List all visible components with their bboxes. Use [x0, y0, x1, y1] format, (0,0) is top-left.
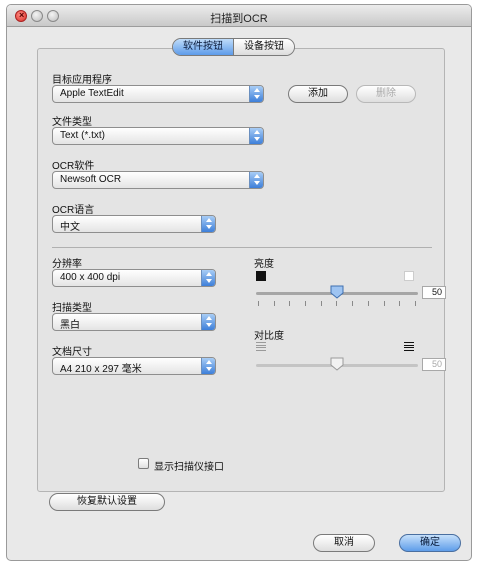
contrast-value-field[interactable]: 50 [422, 358, 446, 371]
document-size-label: 文档尺寸 [52, 347, 92, 358]
document-size-value: A4 210 x 297 毫米 [60, 364, 142, 375]
popup-arrows-icon [201, 314, 215, 330]
popup-arrows-icon [249, 128, 263, 144]
ocr-language-value: 中文 [60, 222, 80, 233]
file-type-label: 文件类型 [52, 117, 92, 128]
title-bar[interactable]: × 扫描到OCR [7, 5, 471, 27]
ocr-language-label: OCR语言 [52, 205, 95, 216]
scan-to-ocr-window: × 扫描到OCR 软件按钮 设备按钮 目标应用程序 Apple TextEdit… [6, 4, 472, 561]
ocr-software-label: OCR软件 [52, 161, 95, 172]
file-type-value: Text (*.txt) [60, 130, 106, 141]
window-title: 扫描到OCR [210, 13, 268, 25]
cancel-button[interactable]: 取消 [313, 534, 375, 552]
section-divider [52, 247, 432, 248]
delete-button[interactable]: 删除 [356, 85, 416, 103]
contrast-label: 对比度 [254, 331, 284, 342]
high-contrast-icon [404, 342, 414, 351]
low-contrast-icon [256, 342, 266, 351]
scan-type-select[interactable]: 黑白 [52, 313, 216, 331]
resolution-select[interactable]: 400 x 400 dpi [52, 269, 216, 287]
resolution-label: 分辨率 [52, 259, 82, 270]
target-app-select[interactable]: Apple TextEdit [52, 85, 264, 103]
resolution-value: 400 x 400 dpi [60, 272, 121, 283]
target-app-value: Apple TextEdit [60, 88, 124, 99]
light-swatch-icon [404, 271, 414, 281]
settings-panel: 目标应用程序 Apple TextEdit 添加 删除 文件类型 Text (*… [37, 48, 446, 492]
brightness-label: 亮度 [254, 259, 274, 270]
ocr-language-select[interactable]: 中文 [52, 215, 216, 233]
restore-defaults-button[interactable]: 恢复默认设置 [49, 493, 165, 511]
scan-type-label: 扫描类型 [52, 303, 92, 314]
popup-arrows-icon [201, 358, 215, 374]
document-size-select[interactable]: A4 210 x 297 毫米 [52, 357, 216, 375]
tab-bar: 软件按钮 设备按钮 [172, 38, 295, 56]
add-button[interactable]: 添加 [288, 85, 348, 103]
popup-arrows-icon [249, 172, 263, 188]
brightness-ticks [258, 301, 416, 306]
ocr-software-select[interactable]: Newsoft OCR [52, 171, 264, 189]
file-type-select[interactable]: Text (*.txt) [52, 127, 264, 145]
tab-software-button[interactable]: 软件按钮 [173, 39, 233, 55]
tab-device-button[interactable]: 设备按钮 [233, 39, 294, 55]
show-scanner-interface-label: 显示扫描仪接口 [154, 462, 224, 473]
popup-arrows-icon [201, 270, 215, 286]
brightness-value-field[interactable]: 50 [422, 286, 446, 299]
popup-arrows-icon [201, 216, 215, 232]
dark-swatch-icon [256, 271, 266, 281]
brightness-slider-thumb[interactable] [330, 285, 344, 299]
ocr-software-value: Newsoft OCR [60, 174, 122, 185]
show-scanner-interface-checkbox[interactable] [138, 458, 149, 469]
popup-arrows-icon [249, 86, 263, 102]
contrast-slider-thumb[interactable] [330, 357, 344, 371]
target-app-label: 目标应用程序 [52, 75, 112, 86]
ok-button[interactable]: 确定 [399, 534, 461, 552]
scan-type-value: 黑白 [60, 320, 80, 331]
